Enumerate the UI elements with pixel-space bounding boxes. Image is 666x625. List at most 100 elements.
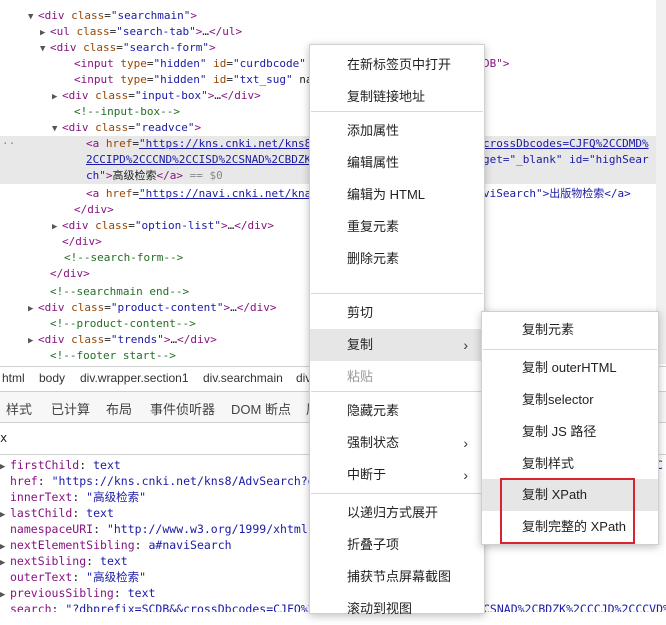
tab-1[interactable]: 已计算: [51, 399, 90, 418]
property-value: text: [127, 586, 156, 600]
property-key: search: [10, 602, 52, 612]
property-value: text: [86, 506, 114, 520]
context-menu-item[interactable]: 复制链接地址: [310, 81, 484, 113]
context-menu-item: 粘贴: [310, 361, 484, 393]
context-menu-item[interactable]: 以递归方式展开: [310, 497, 484, 529]
context-menu-item[interactable]: 强制状态 ›: [310, 427, 484, 459]
dom-node-line[interactable]: </div>: [74, 202, 114, 218]
property-key: namespaceURI: [10, 522, 94, 536]
submenu-item[interactable]: 复制样式: [482, 448, 658, 480]
tab-0[interactable]: 样式: [6, 399, 32, 418]
tab-3[interactable]: 事件侦听器: [150, 399, 215, 418]
context-menu-item[interactable]: 添加属性: [310, 115, 484, 147]
context-menu-item[interactable]: 滚动到视图: [310, 593, 484, 625]
dom-node-line[interactable]: <input type="hidden" id="txt_sug" na: [74, 72, 312, 88]
menu-item-label: 隐藏元素: [347, 403, 400, 418]
property-row[interactable]: ▶ firstChild: text: [0, 457, 121, 473]
context-menu: 在新标签页中打开 复制链接地址 添加属性编辑属性编辑为 HTML 重复元素删除元素剪切…: [309, 44, 485, 616]
submenu-item[interactable]: 复制 JS 路径: [482, 416, 658, 448]
expand-toggle-icon[interactable]: ▶: [52, 89, 62, 105]
context-menu-item[interactable]: 编辑属性: [310, 147, 484, 179]
highlight-box: [500, 478, 635, 544]
breadcrumb-item[interactable]: body: [39, 371, 65, 385]
property-value: "https://kns.cnki.net/kns8/AdvSearch?dbp: [51, 474, 329, 488]
context-menu-item[interactable]: 重复元素: [310, 211, 484, 243]
dom-node-line[interactable]: ▼ <div class="readvce">: [52, 120, 201, 136]
dom-node-line[interactable]: <input type="hidden" id="curdbcode": [74, 56, 306, 72]
expand-toggle-icon[interactable]: ▶: [28, 301, 38, 317]
submenu-item[interactable]: 复制 outerHTML: [482, 352, 658, 384]
menu-item-label: 编辑为 HTML: [347, 187, 426, 202]
property-key: nextSibling: [10, 554, 87, 568]
menu-item-label: 捕获节点屏幕截图: [347, 569, 452, 584]
context-menu-item[interactable]: 复制 ›: [310, 329, 484, 361]
menu-item-label: 编辑属性: [347, 155, 400, 170]
context-menu-item[interactable]: 折叠子项: [310, 529, 484, 561]
submenu-item[interactable]: 复制selector: [482, 384, 658, 416]
menu-item-label: 复制样式: [522, 456, 575, 471]
dom-node-line[interactable]: ▶ <div class="option-list">…</div>: [52, 218, 274, 234]
context-menu-item[interactable]: 在新标签页中打开: [310, 49, 484, 81]
dom-node-line[interactable]: ▶ <div class="trends">…</div>: [28, 332, 217, 348]
property-row[interactable]: search: "?dbprefix=SCDB&&crossDbcodes=CJ…: [0, 601, 322, 612]
property-row[interactable]: namespaceURI: "http://www.w3.org/1999/xh…: [0, 521, 315, 537]
tab-4[interactable]: DOM 断点: [231, 399, 291, 418]
context-menu-item[interactable]: 编辑为 HTML: [310, 179, 484, 211]
context-menu-item[interactable]: 剪切: [310, 297, 484, 329]
expand-toggle-icon[interactable]: ▶: [40, 25, 50, 41]
menu-item-label: 剪切: [347, 305, 374, 320]
breadcrumb-item[interactable]: div.wrapper.section1: [80, 371, 189, 385]
dom-line-fragment: crossDbcodes=CJFQ%2CCDMD%: [483, 137, 649, 150]
dom-node-line[interactable]: <!--searchmain end-->: [50, 284, 189, 300]
expand-toggle-icon[interactable]: ▶: [52, 219, 62, 235]
menu-item-label: 复制: [347, 337, 374, 352]
dom-node-line[interactable]: ▼ <div class="searchmain">: [28, 8, 197, 24]
filter-input[interactable]: x: [0, 431, 7, 445]
property-row[interactable]: innerText: "高级检索": [0, 489, 146, 505]
dom-node-line[interactable]: <a href="https://navi.cnki.net/kna: [86, 186, 311, 202]
tab-2[interactable]: 布局: [106, 399, 132, 418]
property-row[interactable]: ▶ nextSibling: text: [0, 553, 128, 569]
breadcrumb-item[interactable]: html: [2, 371, 25, 385]
dom-node-line[interactable]: </div>: [50, 266, 90, 282]
dom-tree-scrollbar[interactable]: [656, 0, 666, 364]
menu-item-label: 复制selector: [522, 392, 594, 407]
dom-node-line[interactable]: ▶ <ul class="search-tab">…</ul>: [40, 24, 242, 40]
context-menu-item[interactable]: 隐藏元素: [310, 395, 484, 427]
dom-line-fragment: viSearch">出版物检索</a>: [483, 187, 631, 200]
menu-separator: [311, 293, 483, 294]
expand-toggle-icon[interactable]: ▼: [28, 9, 38, 25]
property-row[interactable]: href: "https://kns.cnki.net/kns8/AdvSear…: [0, 473, 329, 489]
expand-toggle-icon[interactable]: ▶: [28, 333, 38, 349]
property-row[interactable]: ▶ previousSibling: text: [0, 585, 155, 601]
expand-toggle-icon[interactable]: ▼: [52, 121, 62, 137]
dom-node-line[interactable]: ▼ <div class="search-form">: [40, 40, 216, 56]
dom-node-line[interactable]: ▶ <div class="input-box">…</div>: [52, 88, 261, 104]
context-menu-item[interactable]: 中断于 ›: [310, 459, 484, 491]
property-row[interactable]: ▶ nextElementSibling: a#naviSearch: [0, 537, 232, 553]
breadcrumb-item[interactable]: div.searchmain: [203, 371, 283, 385]
property-value: "高级检索": [86, 490, 147, 504]
dom-node-line[interactable]: <!--input-box-->: [74, 104, 180, 120]
menu-separator: [311, 493, 483, 494]
dom-line-fragment: DB">: [483, 57, 510, 70]
chevron-right-icon: ›: [463, 467, 468, 483]
dom-node-line[interactable]: </div>: [62, 234, 102, 250]
property-row[interactable]: ▶ lastChild: text: [0, 505, 114, 521]
menu-item-label: 粘贴: [347, 369, 374, 384]
expand-toggle-icon[interactable]: ▼: [40, 41, 50, 57]
menu-separator: [311, 391, 483, 392]
context-menu-item[interactable]: 捕获节点屏幕截图: [310, 561, 484, 593]
submenu-item[interactable]: 复制元素: [482, 314, 658, 346]
dom-node-line[interactable]: <!--product-content-->: [50, 316, 196, 332]
menu-item-label: 重复元素: [347, 219, 400, 234]
context-menu-item[interactable]: 删除元素: [310, 243, 484, 275]
property-row[interactable]: outerText: "高级检索": [0, 569, 146, 585]
dom-node-line[interactable]: <!--search-form-->: [64, 250, 183, 266]
menu-item-label: 中断于: [347, 467, 387, 482]
dom-node-line[interactable]: <!--footer start-->: [50, 348, 176, 364]
menu-item-label: 复制 outerHTML: [522, 360, 617, 375]
property-key: firstChild: [10, 458, 80, 472]
dom-node-line[interactable]: ▶ <div class="product-content">…</div>: [28, 300, 276, 316]
menu-item-label: 以递归方式展开: [347, 505, 439, 520]
